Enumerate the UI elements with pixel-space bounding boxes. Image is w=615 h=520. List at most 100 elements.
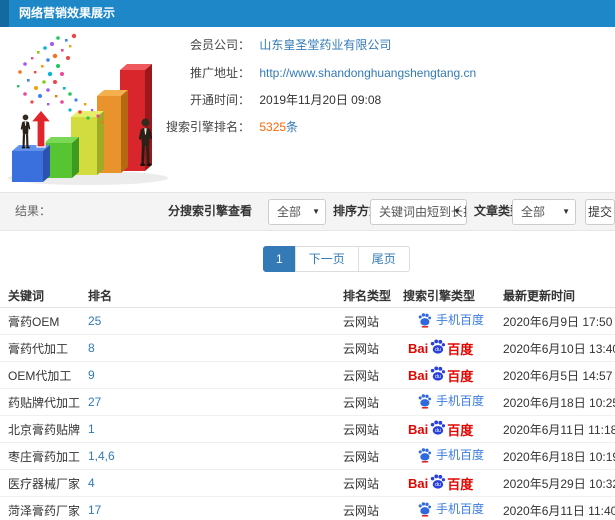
chevron-down-icon: ▼ — [312, 207, 320, 216]
next-page-button[interactable]: 下一页 — [294, 246, 359, 272]
engine-cell: 手机百度 — [403, 442, 503, 470]
pc-baidu-logo: Bai du 百度 — [408, 365, 473, 385]
engine-cell: 手机百度 — [403, 388, 503, 416]
rank-type-cell: 云网站 — [343, 361, 403, 389]
table-row: 菏泽膏药厂家 17 云网站 手机百度 2020年6月11日 11:40 — [0, 496, 615, 520]
result-label: 结果： — [15, 204, 52, 218]
keyword-cell: 北京膏药贴牌 — [0, 415, 88, 443]
rank-link[interactable]: 17 — [88, 503, 101, 517]
col-rank: 排名 — [88, 283, 343, 308]
engine-cell: Bai du 百度 — [403, 415, 503, 443]
baidu-paw-icon — [418, 313, 432, 328]
page-header: 网络营销效果展示 — [0, 0, 615, 27]
rank-type-cell: 云网站 — [343, 442, 403, 470]
company-link[interactable]: 山东皇圣堂药业有限公司 — [259, 38, 391, 52]
rank-cell: 25 — [88, 307, 343, 335]
table-row: 枣庄膏药加工 1,4,6 云网站 手机百度 2020年6月18日 10:19 — [0, 442, 615, 470]
rank-cell: 1 — [88, 415, 343, 443]
rank-cell: 27 — [88, 388, 343, 416]
pc-baidu-logo: Bai du 百度 — [408, 473, 473, 493]
svg-text:du: du — [435, 482, 441, 488]
page-1-button[interactable]: 1 — [263, 246, 296, 272]
col-rank-type: 排名类型 — [343, 283, 403, 308]
engine-filter-label: 分搜索引擎查看 — [168, 204, 253, 218]
baidu-paw-icon — [418, 394, 432, 409]
mobile-baidu-logo: 手机百度 — [417, 311, 484, 328]
info-row-company: 会员公司： 山东皇圣堂药业有限公司 — [160, 38, 391, 53]
rank-link[interactable]: 1 — [88, 422, 95, 436]
open-time-value: 2019年11月20日 09:08 — [259, 93, 382, 107]
submit-button[interactable]: 提交 — [585, 199, 615, 225]
rank-cell: 17 — [88, 496, 343, 520]
update-time-cell: 2020年6月11日 11:18 — [503, 415, 615, 443]
rank-link[interactable]: 9 — [88, 368, 95, 382]
table-row: OEM代加工 9 云网站 Bai du 百度 2020年6月5日 14:57 — [0, 361, 615, 389]
mobile-baidu-logo: 手机百度 — [417, 392, 484, 409]
baidu-paw-icon: du — [431, 473, 446, 489]
rank-type-cell: 云网站 — [343, 469, 403, 497]
engine-cell: 手机百度 — [403, 496, 503, 520]
table-row: 药贴牌代加工 27 云网站 手机百度 2020年6月18日 10:25 — [0, 388, 615, 416]
rank-count-label: 搜索引擎排名： — [165, 120, 250, 134]
page-title: 网络营销效果展示 — [19, 6, 116, 20]
update-time-cell: 2020年6月11日 11:40 — [503, 496, 615, 520]
pagination: 1 下一页 尾页 — [263, 246, 410, 272]
engine-filter-select[interactable]: 全部 ▼ — [268, 199, 326, 225]
rank-cell: 8 — [88, 334, 343, 362]
baidu-paw-icon: du — [431, 338, 446, 354]
keyword-cell: 膏药OEM — [0, 307, 88, 335]
keyword-cell: OEM代加工 — [0, 361, 88, 389]
header-left-accent — [0, 0, 9, 27]
table-row: 医疗器械厂家 4 云网站 Bai du 百度 2020年5月29日 10:32 — [0, 469, 615, 497]
promo-url-label: 推广地址： — [189, 66, 250, 80]
keyword-cell: 医疗器械厂家 — [0, 469, 88, 497]
rank-link[interactable]: 1,4,6 — [88, 449, 115, 463]
update-time-cell: 2020年6月18日 10:25 — [503, 388, 615, 416]
engine-cell: 手机百度 — [403, 307, 503, 335]
keyword-cell: 药贴牌代加工 — [0, 388, 88, 416]
pc-baidu-logo: Bai du 百度 — [408, 419, 473, 439]
rank-cell: 1,4,6 — [88, 442, 343, 470]
col-update-time: 最新更新时间 — [503, 283, 615, 308]
rank-count-value: 5325条 — [259, 120, 299, 134]
baidu-paw-icon: du — [431, 419, 446, 435]
rank-type-cell: 云网站 — [343, 334, 403, 362]
mobile-baidu-logo: 手机百度 — [417, 446, 484, 463]
info-row-rank-count: 搜索引擎排名： 5325条 — [160, 120, 298, 135]
sort-select[interactable]: 关键词由短到长排序 ▼ — [370, 199, 467, 225]
rank-link[interactable]: 27 — [88, 395, 101, 409]
filter-bar: 结果： 分搜索引擎查看 全部 ▼ 排序方式 关键词由短到长排序 ▼ 文章类型 全… — [0, 192, 615, 231]
update-time-cell: 2020年6月10日 13:40 — [503, 334, 615, 362]
rank-cell: 9 — [88, 361, 343, 389]
rank-cell: 4 — [88, 469, 343, 497]
rank-link[interactable]: 8 — [88, 341, 95, 355]
rank-type-cell: 云网站 — [343, 415, 403, 443]
update-time-cell: 2020年6月9日 17:50 — [503, 307, 615, 335]
promo-url-link[interactable]: http://www.shandonghuangshengtang.cn — [259, 66, 476, 80]
keyword-cell: 膏药代加工 — [0, 334, 88, 362]
engine-cell: Bai du 百度 — [403, 469, 503, 497]
table-row: 北京膏药贴牌 1 云网站 Bai du 百度 2020年6月11日 11:18 — [0, 415, 615, 443]
update-time-cell: 2020年6月18日 10:19 — [503, 442, 615, 470]
table-row: 膏药代加工 8 云网站 Bai du 百度 2020年6月10日 13:40 — [0, 334, 615, 362]
chevron-down-icon: ▼ — [453, 207, 461, 216]
rank-type-cell: 云网站 — [343, 307, 403, 335]
article-type-select[interactable]: 全部 ▼ — [512, 199, 576, 225]
marketing-effect-page: 网络营销效果展示 会员公司： 山东皇圣堂药业有限公司 推广地址： http://… — [0, 0, 615, 520]
rank-type-cell: 云网站 — [343, 496, 403, 520]
info-row-url: 推广地址： http://www.shandonghuangshengtang.… — [160, 66, 476, 81]
rank-link[interactable]: 25 — [88, 314, 101, 328]
baidu-paw-icon — [418, 448, 432, 463]
keyword-cell: 枣庄膏药加工 — [0, 442, 88, 470]
growth-chart-illustration — [8, 33, 168, 185]
baidu-paw-icon: du — [431, 365, 446, 381]
info-row-open-time: 开通时间： 2019年11月20日 09:08 — [160, 93, 381, 108]
businessman-left — [20, 114, 31, 149]
last-page-button[interactable]: 尾页 — [357, 246, 410, 272]
engine-cell: Bai du 百度 — [403, 334, 503, 362]
rank-link[interactable]: 4 — [88, 476, 95, 490]
update-time-cell: 2020年5月29日 10:32 — [503, 469, 615, 497]
update-time-cell: 2020年6月5日 14:57 — [503, 361, 615, 389]
baidu-paw-icon — [418, 502, 432, 517]
keyword-cell: 菏泽膏药厂家 — [0, 496, 88, 520]
